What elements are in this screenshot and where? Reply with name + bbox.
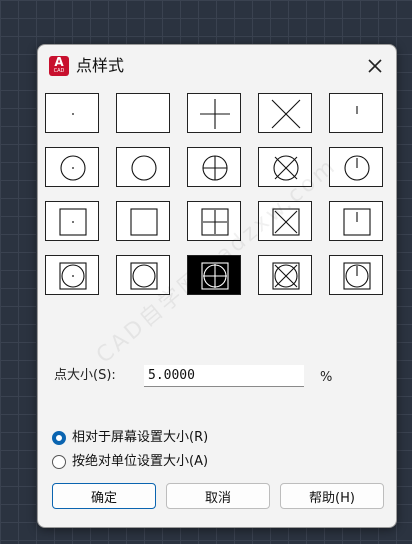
point-style-circle[interactable] <box>116 147 170 187</box>
point-style-plus[interactable] <box>187 93 241 133</box>
point-style-square-circle-cross[interactable] <box>258 255 312 295</box>
point-style-square-plus-icon <box>201 208 229 236</box>
point-style-square-circle-tick-icon <box>343 262 371 290</box>
ok-button[interactable]: 确定 <box>52 483 156 509</box>
point-style-cross-icon <box>271 99 301 129</box>
point-style-square-circle-plus-icon <box>201 262 229 290</box>
point-style-square-plus[interactable] <box>187 201 241 241</box>
point-style-square-circle[interactable] <box>116 255 170 295</box>
point-style-circle-icon <box>131 155 157 181</box>
point-style-square-circle-dot-icon <box>59 262 87 290</box>
point-style-circle-cross-icon <box>273 155 299 181</box>
point-style-square-circle-icon <box>130 262 158 290</box>
autocad-app-icon: A CAD <box>49 56 69 76</box>
point-style-square-circle-tick[interactable] <box>329 255 383 295</box>
point-style-circle-tick-icon <box>344 155 370 181</box>
point-style-none[interactable] <box>116 93 170 133</box>
point-style-circle-cross[interactable] <box>258 147 312 187</box>
point-style-dot[interactable] <box>45 93 99 133</box>
radio-absolute-label: 按绝对单位设置大小(A) <box>72 454 209 469</box>
point-size-unit: % <box>320 370 333 385</box>
point-size-input[interactable] <box>144 365 304 387</box>
point-style-square-tick[interactable] <box>329 201 383 241</box>
point-style-dot-icon <box>72 113 74 115</box>
point-style-plus-icon <box>200 99 230 129</box>
point-style-tick-icon <box>356 106 358 114</box>
radio-relative-indicator[interactable] <box>52 431 66 445</box>
point-style-circle-plus[interactable] <box>187 147 241 187</box>
radio-absolute-indicator[interactable] <box>52 455 66 469</box>
point-style-square-cross-icon <box>272 208 300 236</box>
point-style-square-circle-plus[interactable] <box>187 255 241 295</box>
point-style-circle-dot[interactable] <box>45 147 99 187</box>
help-button[interactable]: 帮助(H) <box>280 483 384 509</box>
point-style-square-circle-cross-icon <box>272 262 300 290</box>
point-style-circle-plus-icon <box>202 155 228 181</box>
point-style-circle-tick[interactable] <box>329 147 383 187</box>
point-style-square-dot[interactable] <box>45 201 99 241</box>
cancel-button[interactable]: 取消 <box>166 483 270 509</box>
close-button[interactable] <box>366 57 384 75</box>
point-style-tick[interactable] <box>329 93 383 133</box>
close-icon <box>368 59 382 73</box>
point-style-dialog: A CAD 点样式 CAD自学网 cadzxw.com 点大小(S): % 相对… <box>37 44 397 528</box>
point-style-square-circle-dot[interactable] <box>45 255 99 295</box>
point-style-circle-dot-icon <box>60 155 86 181</box>
title-bar: A CAD 点样式 <box>38 45 396 87</box>
point-style-none-icon <box>117 94 171 134</box>
point-style-square-cross[interactable] <box>258 201 312 241</box>
point-style-square-dot-icon <box>59 208 87 236</box>
point-size-label: 点大小(S): <box>54 368 116 383</box>
point-style-cross[interactable] <box>258 93 312 133</box>
dialog-title: 点样式 <box>76 56 125 75</box>
point-style-square[interactable] <box>116 201 170 241</box>
app-icon-caption: CAD <box>53 68 65 74</box>
point-style-square-icon <box>130 208 158 236</box>
radio-relative-label: 相对于屏幕设置大小(R) <box>72 430 209 445</box>
point-style-square-tick-icon <box>343 208 371 236</box>
